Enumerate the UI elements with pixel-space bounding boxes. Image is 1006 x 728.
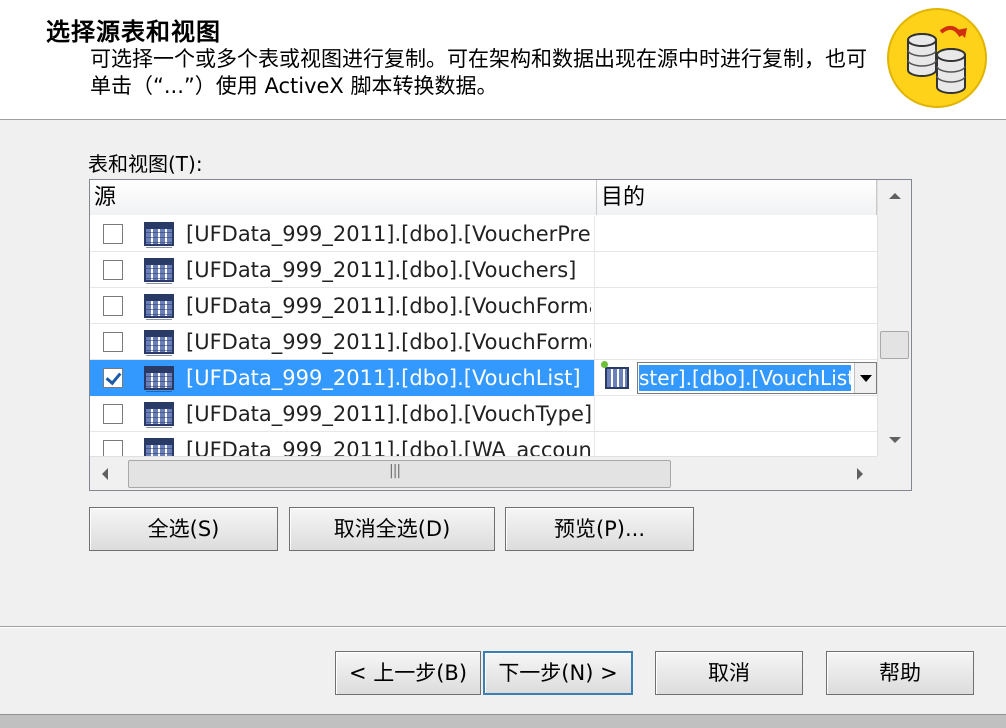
table-row[interactable]: [UFData_999_2011].[dbo].[VouchFormats] <box>90 324 877 360</box>
preview-button[interactable]: 预览(P)... <box>505 507 694 551</box>
page-description: 可选择一个或多个表或视图进行复制。可在架构和数据出现在源中时进行复制，也可单击（… <box>90 47 867 98</box>
next-button[interactable]: 下一步(N) > <box>483 651 633 695</box>
row-checkbox[interactable] <box>103 440 123 456</box>
scroll-up-icon[interactable] <box>878 180 911 212</box>
back-button[interactable]: < 上一步(B) <box>335 651 481 695</box>
wizard-header: 选择源表和视图 可选择一个或多个表或视图进行复制。可在架构和数据出现在源中时进行… <box>0 0 1006 120</box>
horizontal-scroll-thumb[interactable] <box>128 460 671 488</box>
footer-separator <box>0 626 1006 628</box>
row-source-name: [UFData_999_2011].[dbo].[Vouchers] <box>186 258 577 282</box>
source-cell: [UFData_999_2011].[dbo].[Vouchers] <box>90 252 595 288</box>
column-header-destination[interactable]: 目的 <box>597 180 877 215</box>
list-body: [UFData_999_2011].[dbo].[VoucherPre... [… <box>90 216 877 456</box>
table-icon <box>144 402 174 432</box>
scroll-right-icon[interactable] <box>843 457 877 490</box>
table-row[interactable]: [UFData_999_2011].[dbo].[VouchType] <box>90 396 877 432</box>
list-header: 源 目的 <box>90 180 877 215</box>
table-row[interactable]: [UFData_999_2011].[dbo].[VouchFormat] <box>90 288 877 324</box>
tables-views-list[interactable]: 源 目的 [UFData_999_2011].[dbo].[VoucherPre… <box>89 179 912 491</box>
row-source-name: [UFData_999_2011].[dbo].[VouchType] <box>186 402 591 426</box>
window-bottom-edge <box>0 714 1006 728</box>
row-source-name: [UFData_999_2011].[dbo].[VoucherPre... <box>186 222 591 246</box>
row-checkbox[interactable] <box>103 224 123 244</box>
horizontal-scrollbar[interactable] <box>90 456 877 490</box>
new-table-icon <box>601 361 629 389</box>
row-checkbox-checked[interactable] <box>103 368 123 388</box>
table-icon <box>144 438 174 456</box>
page-title: 选择源表和视图 <box>46 18 221 46</box>
table-icon <box>144 258 174 288</box>
column-header-source[interactable]: 源 <box>90 180 597 215</box>
deselect-all-button[interactable]: 取消全选(D) <box>289 507 495 551</box>
cancel-button[interactable]: 取消 <box>655 651 803 695</box>
help-button[interactable]: 帮助 <box>826 651 974 695</box>
row-checkbox[interactable] <box>103 260 123 280</box>
scroll-down-icon[interactable] <box>878 424 911 456</box>
scroll-corner <box>877 456 911 490</box>
table-row-selected[interactable]: [UFData_999_2011].[dbo].[VouchList] ster… <box>90 360 877 396</box>
vertical-scrollbar[interactable] <box>877 180 911 456</box>
row-checkbox[interactable] <box>103 332 123 352</box>
source-cell: [UFData_999_2011].[dbo].[VouchFormat] <box>90 288 595 324</box>
row-source-name: [UFData_999_2011].[dbo].[VouchFormats] <box>186 330 591 354</box>
table-icon <box>144 222 174 252</box>
table-row[interactable]: [UFData_999_2011].[dbo].[Vouchers] <box>90 252 877 288</box>
source-cell: [UFData_999_2011].[dbo].[VoucherPre... <box>90 216 595 252</box>
source-cell: [UFData_999_2011].[dbo].[VouchFormats] <box>90 324 595 360</box>
vertical-scroll-thumb[interactable] <box>880 331 909 359</box>
chevron-down-icon[interactable] <box>854 363 876 393</box>
row-checkbox[interactable] <box>103 296 123 316</box>
row-source-name: [UFData_999_2011].[dbo].[VouchFormat] <box>186 294 591 318</box>
source-cell: [UFData_999_2011].[dbo].[VouchType] <box>90 396 595 432</box>
table-row[interactable]: [UFData_999_2011].[dbo].[VoucherPre... <box>90 216 877 252</box>
database-copy-icon <box>887 8 987 108</box>
row-checkbox[interactable] <box>103 404 123 424</box>
destination-combobox[interactable]: ster].[dbo].[VouchList] <box>637 362 877 394</box>
select-all-button[interactable]: 全选(S) <box>89 507 278 551</box>
row-source-name: [UFData_999_2011].[dbo].[VouchList] <box>186 366 581 390</box>
row-source-name: [UFData_999_2011].[dbo].[WA_account] <box>186 438 591 456</box>
destination-value[interactable]: ster].[dbo].[VouchList] <box>639 365 851 391</box>
table-icon <box>144 294 174 324</box>
tables-views-label: 表和视图(T): <box>88 152 203 176</box>
destination-cell: ster].[dbo].[VouchList] <box>597 360 877 396</box>
scroll-left-icon[interactable] <box>90 457 124 490</box>
table-row[interactable]: [UFData_999_2011].[dbo].[WA_account] <box>90 432 877 456</box>
source-cell: [UFData_999_2011].[dbo].[VouchList] <box>90 360 595 396</box>
source-cell: [UFData_999_2011].[dbo].[WA_account] <box>90 432 595 456</box>
table-icon <box>144 330 174 360</box>
table-icon <box>144 366 174 396</box>
